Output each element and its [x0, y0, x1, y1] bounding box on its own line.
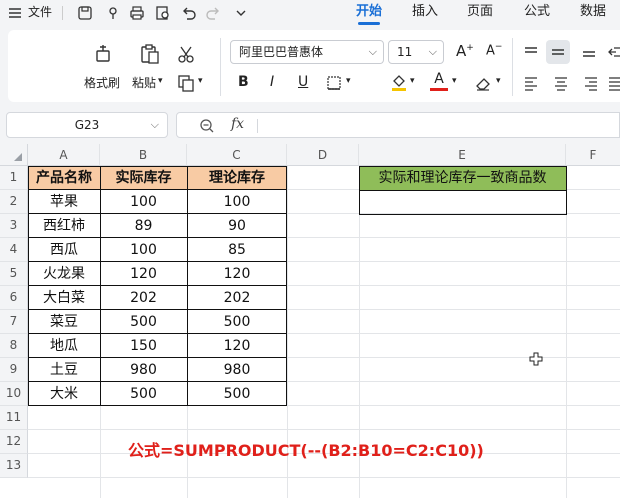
- font-color-button[interactable]: A: [430, 71, 448, 93]
- formula-input[interactable]: fx: [176, 112, 620, 138]
- underline-button[interactable]: U: [298, 74, 308, 90]
- increase-font-icon[interactable]: A+: [456, 42, 474, 60]
- column-header-f[interactable]: F: [566, 144, 620, 166]
- align-right-icon[interactable]: [582, 74, 600, 92]
- format-painter-label[interactable]: 格式刷: [84, 74, 120, 91]
- ribbon-panel: 格式刷 粘贴 ▾ ▾ 阿里巴巴普惠体 ⌵ 11 ⌵ A+ A− B I U ▾ …: [8, 30, 620, 102]
- select-all-corner[interactable]: [0, 144, 28, 166]
- menu-bar: 文件 开始 插入 页面 公式 数据: [0, 0, 620, 26]
- row-header[interactable]: 13: [0, 454, 28, 478]
- decrease-indent-icon[interactable]: [608, 44, 620, 60]
- chevron-down-icon: ⌵: [428, 45, 437, 58]
- save-icon[interactable]: [76, 4, 94, 22]
- chevron-down-icon: ⌵: [368, 45, 377, 58]
- cell-cursor-icon: [529, 352, 543, 366]
- decrease-font-icon[interactable]: A−: [486, 42, 502, 58]
- ribbon: 格式刷 粘贴 ▾ ▾ 阿里巴巴普惠体 ⌵ 11 ⌵ A+ A− B I U ▾ …: [0, 26, 620, 108]
- align-left-icon[interactable]: [522, 74, 540, 92]
- redo-icon[interactable]: [204, 4, 222, 22]
- tab-formula[interactable]: 公式: [524, 0, 550, 26]
- cut-icon[interactable]: [176, 44, 196, 64]
- copy-dropdown-icon[interactable]: ▾: [198, 76, 203, 86]
- row-header[interactable]: 9: [0, 358, 28, 382]
- share-icon[interactable]: [104, 4, 122, 22]
- eraser-icon[interactable]: [474, 74, 492, 92]
- row-header[interactable]: 8: [0, 334, 28, 358]
- font-color-dropdown-icon[interactable]: ▾: [452, 76, 457, 86]
- row-header[interactable]: 7: [0, 310, 28, 334]
- file-menu[interactable]: 文件: [28, 0, 52, 26]
- font-size-select[interactable]: 11 ⌵: [388, 40, 444, 64]
- paste-dropdown-icon[interactable]: ▾: [158, 76, 163, 86]
- hamburger-menu-icon[interactable]: [6, 4, 24, 22]
- row-header[interactable]: 10: [0, 382, 28, 406]
- zoom-icon[interactable]: [199, 118, 215, 134]
- align-top-icon[interactable]: [522, 44, 540, 60]
- row-header[interactable]: 1: [0, 166, 28, 190]
- undo-icon[interactable]: [180, 4, 198, 22]
- column-header-e[interactable]: E: [359, 144, 566, 166]
- row-header[interactable]: 5: [0, 262, 28, 286]
- tab-insert[interactable]: 插入: [412, 0, 438, 26]
- align-bottom-icon[interactable]: [580, 44, 598, 60]
- align-center-icon[interactable]: [552, 74, 570, 92]
- print-preview-icon[interactable]: [154, 4, 172, 22]
- border-icon[interactable]: [326, 75, 342, 91]
- justify-icon[interactable]: [608, 74, 620, 92]
- table-border: [28, 166, 288, 407]
- format-painter-icon[interactable]: [92, 42, 116, 66]
- formula-bar: G23 ⌵ fx: [0, 108, 620, 144]
- font-color-letter: A: [434, 71, 444, 87]
- column-header-c[interactable]: C: [187, 144, 287, 166]
- corner-triangle-icon: [14, 153, 22, 161]
- name-box[interactable]: G23 ⌵: [6, 112, 168, 138]
- row-header[interactable]: 3: [0, 214, 28, 238]
- row-header[interactable]: 6: [0, 286, 28, 310]
- italic-button[interactable]: I: [270, 74, 274, 90]
- chevron-down-icon: ⌵: [150, 118, 159, 131]
- font-name-select[interactable]: 阿里巴巴普惠体 ⌵: [230, 40, 384, 64]
- fill-color-icon[interactable]: [390, 72, 408, 92]
- tab-data[interactable]: 数据: [580, 0, 606, 26]
- paste-label[interactable]: 粘贴: [132, 74, 156, 91]
- eraser-dropdown-icon[interactable]: ▾: [496, 76, 501, 86]
- font-name-value: 阿里巴巴普惠体: [239, 45, 324, 59]
- column-header-a[interactable]: A: [28, 144, 100, 166]
- row-header[interactable]: 4: [0, 238, 28, 262]
- font-size-value: 11: [397, 45, 413, 59]
- column-header-d[interactable]: D: [287, 144, 359, 166]
- align-middle-icon: [552, 49, 564, 55]
- tab-home[interactable]: 开始: [356, 0, 382, 26]
- column-header-b[interactable]: B: [100, 144, 187, 166]
- name-box-value: G23: [74, 118, 100, 132]
- fx-icon[interactable]: fx: [231, 116, 244, 132]
- copy-icon[interactable]: [176, 74, 196, 92]
- bold-button[interactable]: B: [238, 74, 249, 90]
- tab-page[interactable]: 页面: [467, 0, 493, 26]
- print-icon[interactable]: [128, 4, 146, 22]
- row-header[interactable]: 12: [0, 430, 28, 454]
- border-dropdown-icon[interactable]: ▾: [346, 76, 351, 86]
- fill-color-dropdown-icon[interactable]: ▾: [410, 76, 415, 86]
- formula-annotation: 公式=SUMPRODUCT(--(B2:B10=C2:C10)): [128, 441, 484, 460]
- row-header[interactable]: 11: [0, 406, 28, 430]
- quick-access-dropdown-icon[interactable]: [232, 4, 250, 22]
- align-middle-button[interactable]: [546, 40, 570, 64]
- paste-icon[interactable]: [138, 42, 162, 66]
- row-header[interactable]: 2: [0, 190, 28, 214]
